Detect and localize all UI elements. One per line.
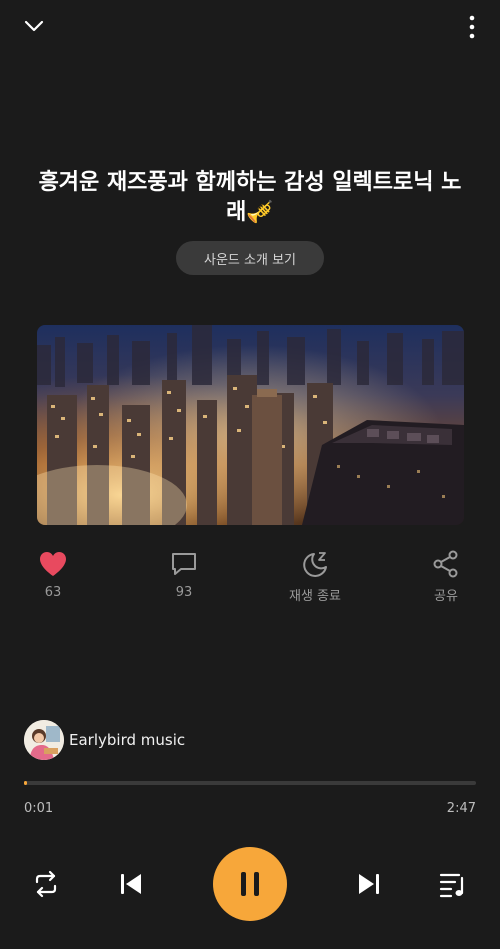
sound-intro-button[interactable]: 사운드 소개 보기 bbox=[176, 241, 324, 275]
moon-sleep-icon bbox=[303, 552, 327, 577]
share-icon bbox=[433, 550, 458, 578]
heart-icon bbox=[40, 552, 66, 576]
share-action[interactable]: 공유 bbox=[401, 550, 491, 604]
comment-action[interactable]: 93 bbox=[139, 550, 229, 600]
skip-previous-icon[interactable] bbox=[118, 871, 144, 897]
repeat-icon[interactable] bbox=[32, 870, 60, 898]
pause-button[interactable] bbox=[213, 847, 287, 921]
pause-icon bbox=[241, 872, 259, 896]
artist-row[interactable]: Earlybird music bbox=[24, 720, 185, 760]
track-title: 흥겨운 재즈풍과 함께하는 감성 일렉트로닉 노래🎺 bbox=[38, 170, 462, 225]
playback-controls bbox=[0, 847, 500, 921]
like-count: 63 bbox=[44, 585, 62, 600]
action-row: 63 93 재생 종료 공유 bbox=[0, 550, 500, 610]
progress-fill bbox=[24, 781, 27, 785]
avatar bbox=[24, 720, 64, 760]
skip-next-icon[interactable] bbox=[356, 871, 382, 897]
duration: 2:47 bbox=[446, 801, 476, 816]
chevron-down-icon[interactable] bbox=[22, 16, 46, 36]
comment-count: 93 bbox=[175, 585, 193, 600]
playlist-icon[interactable] bbox=[439, 870, 467, 898]
progress-bar[interactable] bbox=[24, 781, 476, 785]
current-time: 0:01 bbox=[24, 801, 54, 816]
like-action[interactable]: 63 bbox=[8, 550, 98, 600]
more-vertical-icon[interactable] bbox=[468, 14, 476, 40]
album-artwork bbox=[37, 325, 464, 525]
top-bar bbox=[0, 0, 500, 56]
share-label: 공유 bbox=[434, 589, 458, 604]
artist-name: Earlybird music bbox=[69, 731, 186, 749]
comment-icon bbox=[172, 553, 196, 575]
sleep-timer-action[interactable]: 재생 종료 bbox=[270, 550, 360, 604]
sleep-label: 재생 종료 bbox=[289, 589, 341, 604]
